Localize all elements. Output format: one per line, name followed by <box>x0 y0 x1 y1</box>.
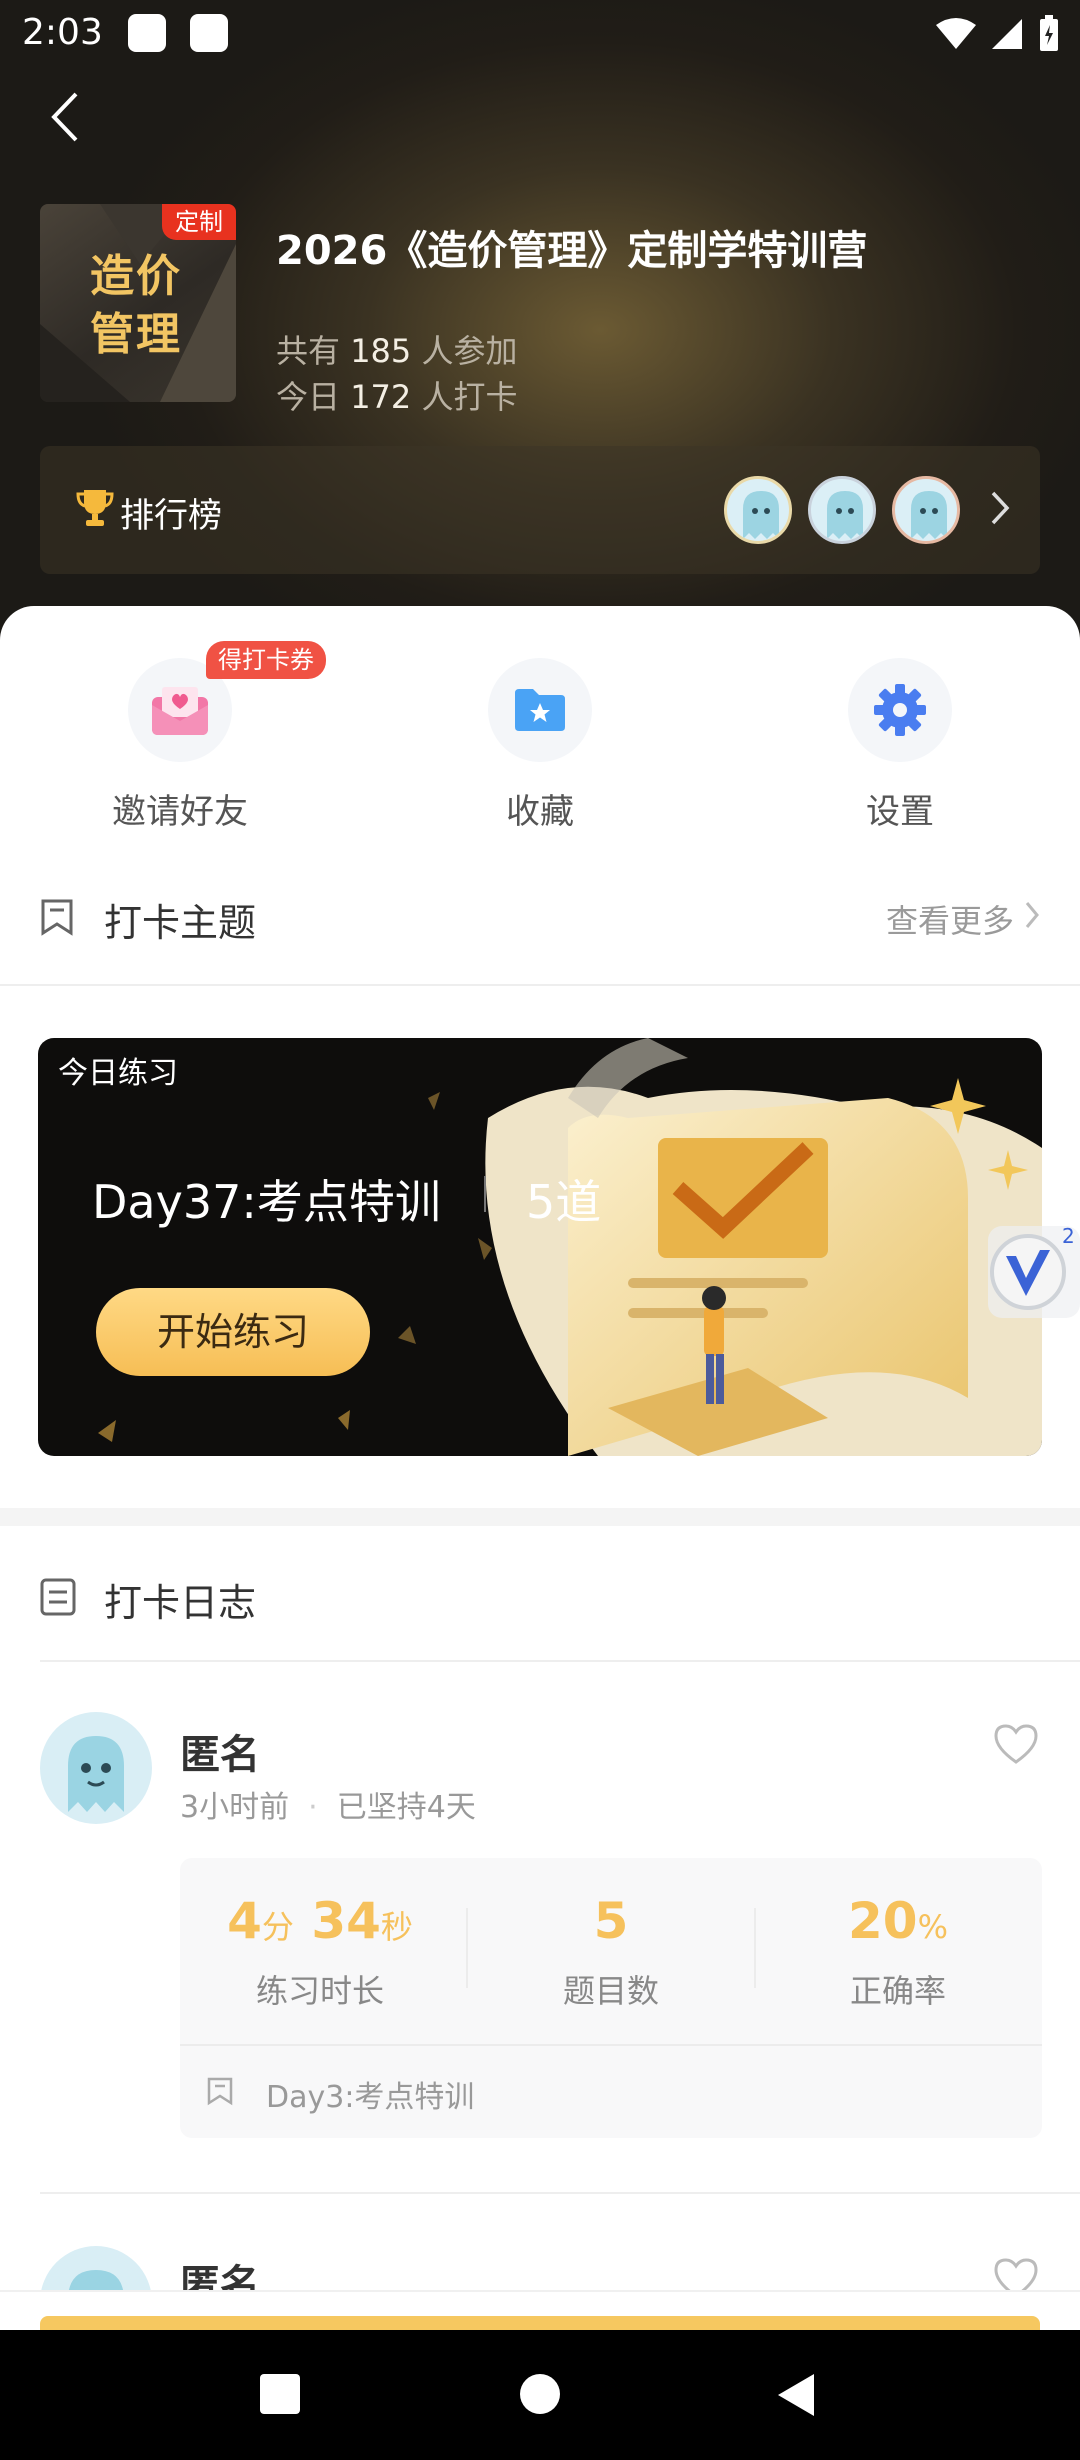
coupon-badge: 得打卡券 <box>206 641 326 679</box>
favorites-button[interactable]: 收藏 <box>420 658 660 833</box>
course-header: 2:03 造价管理 定制 2026《造价管理》定制学特训营 共有 185 人参加… <box>0 0 1080 640</box>
divider <box>754 1908 756 1988</box>
settings-label: 设置 <box>866 792 934 832</box>
battery-icon <box>1040 15 1058 51</box>
status-time: 2:03 <box>22 12 103 53</box>
entry-topic: Day3:考点特训 <box>266 2080 475 2115</box>
checkin-log-title: 打卡日志 <box>104 1581 257 1625</box>
chevron-left-icon <box>51 92 78 142</box>
today-practice-tag: 今日练习 <box>58 1056 178 1091</box>
favorites-label: 收藏 <box>506 792 574 832</box>
entry-meta: 3小时前 · 已坚持4天 <box>180 1790 476 1825</box>
checkin-topic-header: 打卡主题 查看更多 <box>0 866 1080 966</box>
system-nav-bar <box>0 2330 1080 2460</box>
divider <box>40 2192 1080 2194</box>
question-count: 5道 <box>526 1175 602 1229</box>
course-cover: 造价管理 定制 <box>40 204 236 402</box>
heart-icon[interactable] <box>992 1722 1040 1766</box>
recents-icon[interactable] <box>258 2372 302 2416</box>
custom-badge: 定制 <box>162 204 236 240</box>
questions-metric: 5 题目数 <box>562 1892 659 2010</box>
settings-button[interactable]: 设置 <box>780 658 1020 833</box>
divider <box>40 1660 1080 1662</box>
view-more-link[interactable]: 查看更多 <box>886 896 1014 942</box>
invite-friends-button[interactable]: 邀请好友 <box>60 658 300 833</box>
floating-badge-count: 2 <box>1062 1224 1075 1248</box>
course-title: 2026《造价管理》定制学特训营 <box>276 228 868 274</box>
notification-icon <box>190 14 228 52</box>
practice-illustration <box>478 1038 1042 1456</box>
cover-title: 造价管理 <box>90 251 182 360</box>
status-bar: 2:03 <box>0 0 1080 70</box>
avatar <box>808 476 876 544</box>
checkin-topic-title: 打卡主题 <box>104 901 257 945</box>
wifi-icon <box>936 18 976 49</box>
gear-icon <box>874 684 926 736</box>
avatar <box>724 476 792 544</box>
avatar[interactable] <box>40 1712 152 1824</box>
leaderboard-label: 排行榜 <box>120 496 222 536</box>
practice-card[interactable]: 今日练习 Day37:考点特训 5道 开始练习 <box>38 1038 1042 1456</box>
divider <box>0 984 1080 986</box>
bookmark-icon <box>207 2077 233 2106</box>
back-button[interactable] <box>40 82 90 152</box>
home-icon[interactable] <box>518 2372 562 2416</box>
accuracy-metric: 20% 正确率 <box>848 1892 948 2010</box>
document-icon <box>40 1578 76 1616</box>
start-practice-button[interactable]: 开始练习 <box>96 1288 370 1376</box>
notification-icon <box>128 14 166 52</box>
duration-metric: 4分 34秒 练习时长 <box>227 1892 413 2010</box>
envelope-heart-icon <box>152 687 208 735</box>
checkin-stats-card[interactable]: 4分 34秒 练习时长 5 题目数 20% 正确率 Day3:考点特训 <box>180 1858 1042 2138</box>
gold-confetti <box>98 1092 440 1442</box>
leaderboard-bar[interactable]: 排行榜 <box>40 446 1040 574</box>
practice-title: Day37:考点特训 <box>92 1175 441 1229</box>
chevron-right-icon <box>991 491 1010 525</box>
participants-stat: 共有 185 人参加 <box>276 332 518 370</box>
trophy-icon <box>76 490 114 526</box>
avatar <box>892 476 960 544</box>
checkin-stat: 今日 172 人打卡 <box>276 378 518 416</box>
back-nav-icon[interactable] <box>776 2372 816 2418</box>
invite-label: 邀请好友 <box>112 792 248 832</box>
user-name: 匿名 <box>180 1732 260 1778</box>
bottom-action-bar[interactable] <box>40 2316 1040 2330</box>
folder-star-icon <box>515 689 565 731</box>
signal-icon <box>992 19 1022 49</box>
floating-assistant-button[interactable]: 2 <box>988 1224 1080 1318</box>
divider <box>466 1908 468 1988</box>
separator <box>484 1176 486 1212</box>
chevron-right-icon <box>1025 902 1039 928</box>
bookmark-icon <box>41 899 73 936</box>
section-separator <box>0 1508 1080 1526</box>
content-sheet: 邀请好友 得打卡券 收藏 设置 打卡主题 查看更多 今日练习 Day37:考点特… <box>0 606 1080 2358</box>
checkin-log-header: 打卡日志 <box>0 1546 1080 1646</box>
divider <box>180 2044 1042 2046</box>
